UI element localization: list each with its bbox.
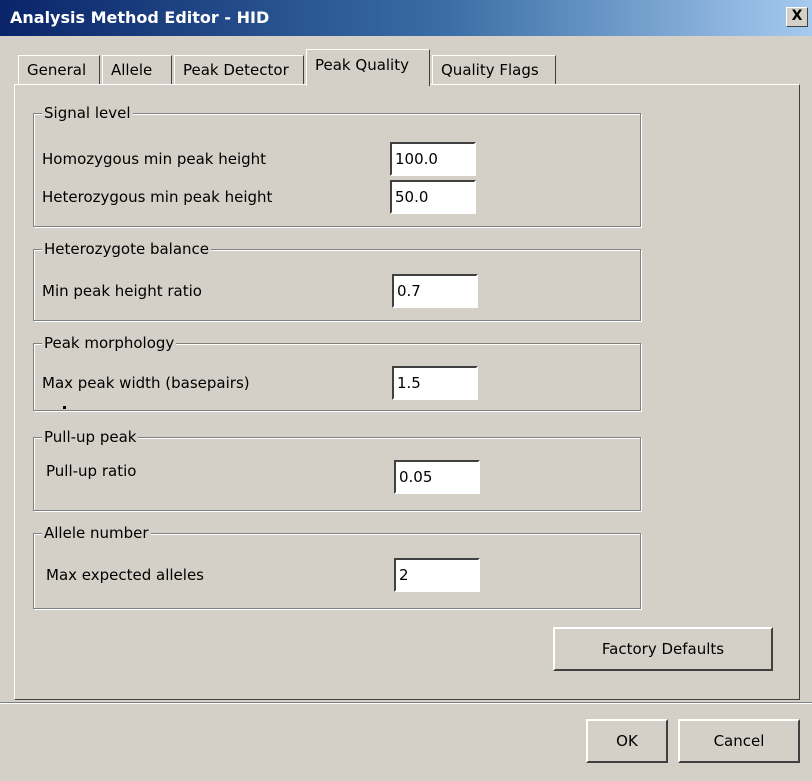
stray-mark [63,406,66,409]
title-bar: Analysis Method Editor - HID X [0,0,812,36]
pull-up-ratio-row: Pull-up ratio [42,456,632,494]
max-peak-width-label: Max peak width (basepairs) [42,374,250,392]
pull-up-peak-group: Pull-up peak Pull-up ratio [33,427,641,511]
min-peak-height-ratio-label: Min peak height ratio [42,282,202,300]
max-expected-alleles-row: Max expected alleles [42,558,632,592]
heterozygous-row: Heterozygous min peak height [42,180,632,214]
tab-quality-flags[interactable]: Quality Flags [432,55,556,85]
max-expected-alleles-input[interactable] [394,558,480,592]
tab-peak-quality[interactable]: Peak Quality [306,49,430,86]
allele-number-title: Allele number [42,523,151,543]
pull-up-ratio-label: Pull-up ratio [46,462,137,480]
max-peak-width-row: Max peak width (basepairs) [42,366,632,400]
homozygous-min-peak-height-input[interactable] [390,142,476,176]
peak-morphology-group: Peak morphology Max peak width (basepair… [33,333,641,411]
heterozygous-min-peak-height-input[interactable] [390,180,476,214]
max-expected-alleles-label: Max expected alleles [46,566,204,584]
min-peak-height-ratio-row: Min peak height ratio [42,274,632,308]
signal-level-title: Signal level [42,103,133,123]
heterozygote-balance-group: Heterozygote balance Min peak height rat… [33,239,641,321]
heterozygous-label: Heterozygous min peak height [42,188,273,206]
factory-defaults-button[interactable]: Factory Defaults [553,627,773,671]
close-icon: X [791,8,803,24]
cancel-button[interactable]: Cancel [678,719,800,763]
tab-peak-detector[interactable]: Peak Detector [174,55,304,85]
homozygous-label: Homozygous min peak height [42,150,267,168]
heterozygote-balance-title: Heterozygote balance [42,239,212,259]
max-peak-width-input[interactable] [392,366,478,400]
signal-level-group: Signal level Homozygous min peak height … [33,103,641,227]
allele-number-group: Allele number Max expected alleles [33,523,641,609]
pull-up-peak-title: Pull-up peak [42,427,139,447]
peak-quality-panel: Signal level Homozygous min peak height … [14,84,800,700]
tab-allele[interactable]: Allele [102,55,172,85]
peak-morphology-title: Peak morphology [42,333,177,353]
window-title: Analysis Method Editor - HID [10,8,270,27]
homozygous-row: Homozygous min peak height [42,142,632,176]
close-button[interactable]: X [786,7,808,27]
ok-button[interactable]: OK [586,719,668,763]
dialog-separator [0,702,812,704]
tab-general[interactable]: General [18,55,100,85]
min-peak-height-ratio-input[interactable] [392,274,478,308]
pull-up-ratio-input[interactable] [394,460,480,494]
